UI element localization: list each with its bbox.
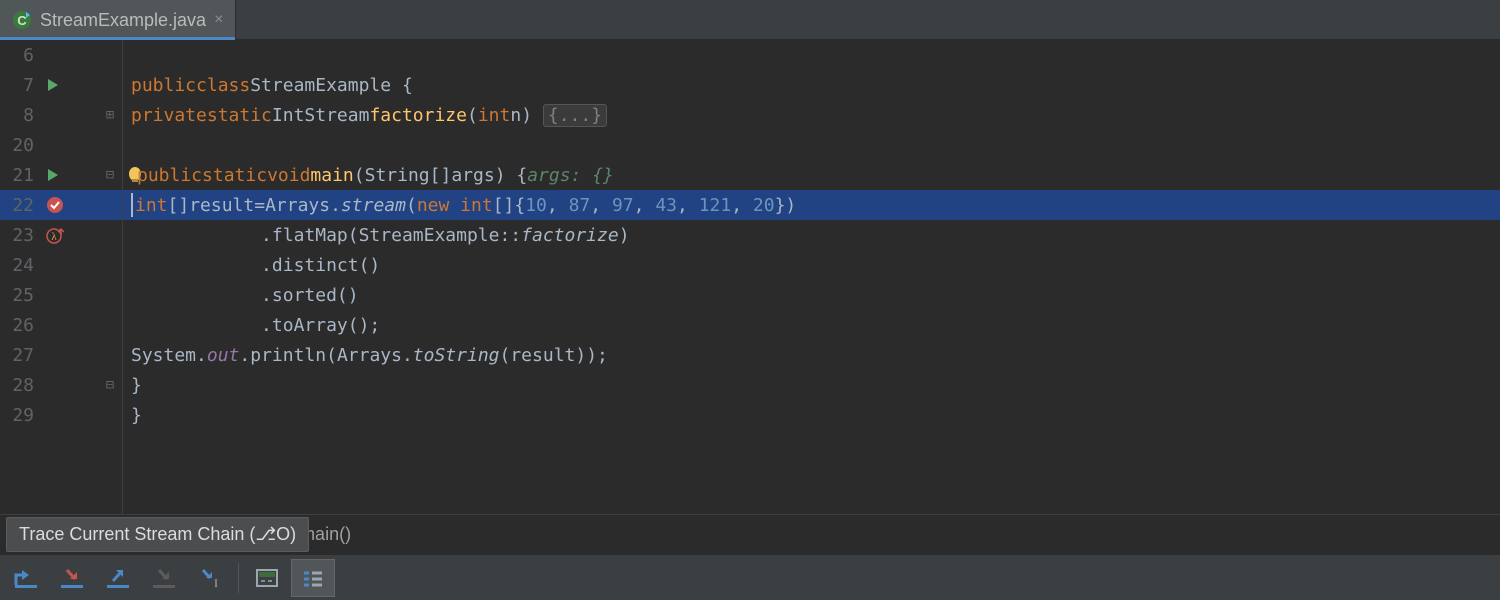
code-line: } — [123, 370, 1500, 400]
gutter: 6 7 8 ⊞ 20 21 ⊟ 22 23 λ 24 25 26 27 28 ⊟ 29 — [0, 40, 123, 514]
fold-collapse-icon[interactable]: ⊟ — [98, 377, 122, 393]
trace-stream-chain-icon[interactable] — [291, 559, 335, 597]
code-line: .distinct() — [123, 250, 1500, 280]
code-line: public static void main(String[] args) {… — [123, 160, 1500, 190]
lambda-gutter-icon[interactable]: λ — [46, 226, 64, 244]
line-number: 22 — [0, 195, 42, 216]
run-to-cursor-icon[interactable]: I — [188, 559, 232, 597]
fold-expand-icon[interactable]: ⊞ — [98, 107, 122, 123]
code-line-highlighted: int[] result = Arrays.stream(new int[]{1… — [123, 190, 1500, 220]
line-number: 6 — [0, 45, 42, 66]
line-number: 29 — [0, 405, 42, 426]
line-number: 7 — [0, 75, 42, 96]
code-area[interactable]: public class StreamExample { private sta… — [123, 40, 1500, 514]
run-gutter-icon[interactable] — [46, 168, 60, 182]
line-number: 20 — [0, 135, 42, 156]
svg-text:λ: λ — [51, 231, 57, 243]
breakpoint-icon[interactable] — [46, 196, 64, 214]
code-line: public class StreamExample { — [123, 70, 1500, 100]
force-step-into-icon[interactable] — [142, 559, 186, 597]
folded-block[interactable]: {...} — [543, 104, 607, 127]
svg-text:I: I — [214, 576, 218, 589]
line-number: 23 — [0, 225, 42, 246]
code-line: .flatMap(StreamExample::factorize) — [123, 220, 1500, 250]
run-gutter-icon[interactable] — [46, 78, 60, 92]
editor[interactable]: 6 7 8⊞ 20 21⊟ 22 23λ 24 25 26 27 28⊟ 29 … — [0, 40, 1500, 514]
file-tab[interactable]: C StreamExample.java × — [0, 0, 236, 40]
step-over-icon[interactable] — [4, 559, 48, 597]
fold-collapse-icon[interactable]: ⊟ — [98, 167, 122, 183]
debug-toolbar: I — [0, 554, 1500, 600]
toolbar-separator — [238, 563, 239, 593]
step-into-icon[interactable] — [50, 559, 94, 597]
svg-text:C: C — [17, 13, 27, 28]
evaluate-expression-icon[interactable] — [245, 559, 289, 597]
caret — [131, 193, 133, 217]
inlay-hint: args: {} — [527, 165, 614, 186]
close-icon[interactable]: × — [214, 11, 223, 29]
line-number: 8 — [0, 105, 42, 126]
tooltip: Trace Current Stream Chain (⎇O) — [6, 517, 309, 552]
java-class-icon: C — [12, 10, 32, 30]
tab-bar: C StreamExample.java × — [0, 0, 1500, 40]
code-line — [123, 40, 1500, 70]
line-number: 24 — [0, 255, 42, 276]
code-line: } — [123, 400, 1500, 430]
line-number: 21 — [0, 165, 42, 186]
code-line: .sorted() — [123, 280, 1500, 310]
line-number: 28 — [0, 375, 42, 396]
code-line: System.out.println(Arrays.toString(resul… — [123, 340, 1500, 370]
code-line: .toArray(); — [123, 310, 1500, 340]
line-number: 26 — [0, 315, 42, 336]
step-out-icon[interactable] — [96, 559, 140, 597]
line-number: 27 — [0, 345, 42, 366]
tab-filename: StreamExample.java — [40, 10, 206, 31]
code-line — [123, 130, 1500, 160]
line-number: 25 — [0, 285, 42, 306]
code-line: private static IntStream factorize(int n… — [123, 100, 1500, 130]
